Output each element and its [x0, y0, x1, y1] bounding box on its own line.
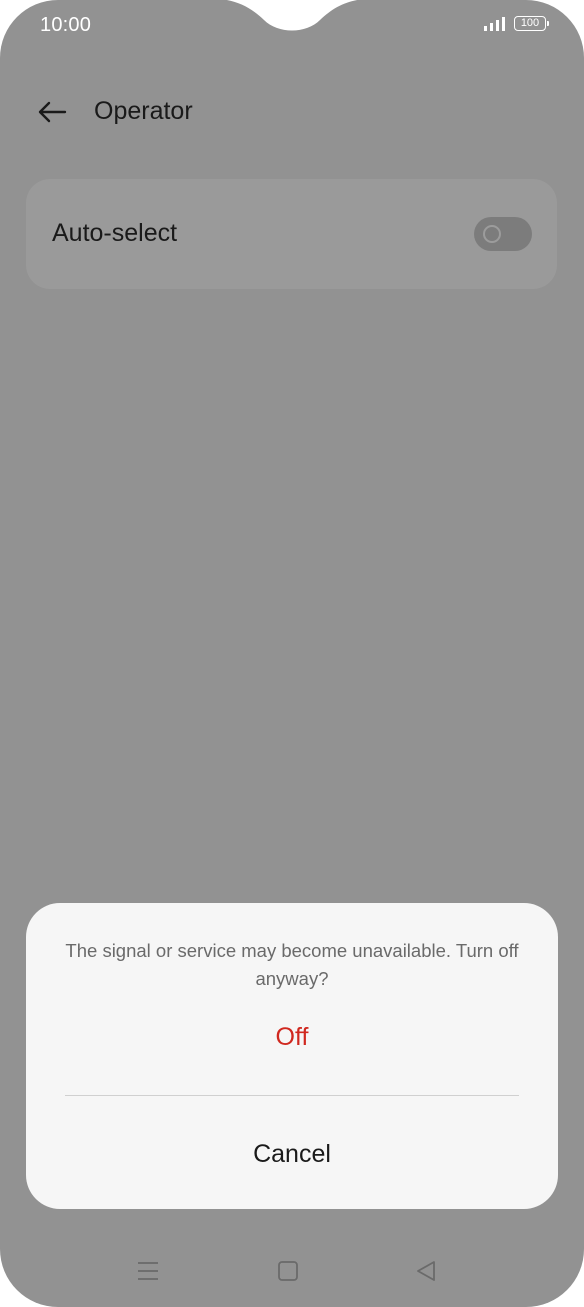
confirm-dialog: The signal or service may become unavail…: [26, 903, 558, 1209]
menu-icon: [138, 1262, 158, 1280]
status-time: 10:00: [40, 14, 92, 36]
auto-select-label: Auto-select: [52, 219, 178, 247]
auto-select-toggle[interactable]: [474, 217, 532, 251]
camera-notch: [226, 0, 358, 31]
back-triangle-icon: [417, 1261, 435, 1281]
phone-screen: 10:00 100 Operator Auto-select The signa…: [0, 0, 584, 1307]
dialog-divider: [65, 1095, 519, 1096]
toggle-knob: [483, 225, 501, 243]
arrow-left-icon: [38, 101, 67, 123]
status-icons: 100: [484, 16, 549, 31]
page-title: Operator: [94, 97, 193, 125]
dialog-message: The signal or service may become unavail…: [65, 940, 519, 989]
off-button[interactable]: Off: [26, 1015, 558, 1059]
home-button[interactable]: [270, 1256, 306, 1286]
auto-select-row[interactable]: Auto-select: [26, 179, 557, 289]
cancel-button[interactable]: Cancel: [26, 1132, 558, 1176]
app-header: Operator: [0, 88, 584, 136]
recents-button[interactable]: [130, 1256, 166, 1286]
battery-icon: 100: [514, 16, 549, 31]
signal-icon: [484, 16, 505, 31]
navigation-bar: [0, 1246, 584, 1296]
back-button[interactable]: [32, 94, 72, 130]
home-icon: [278, 1261, 298, 1281]
back-nav-button[interactable]: [408, 1256, 444, 1286]
